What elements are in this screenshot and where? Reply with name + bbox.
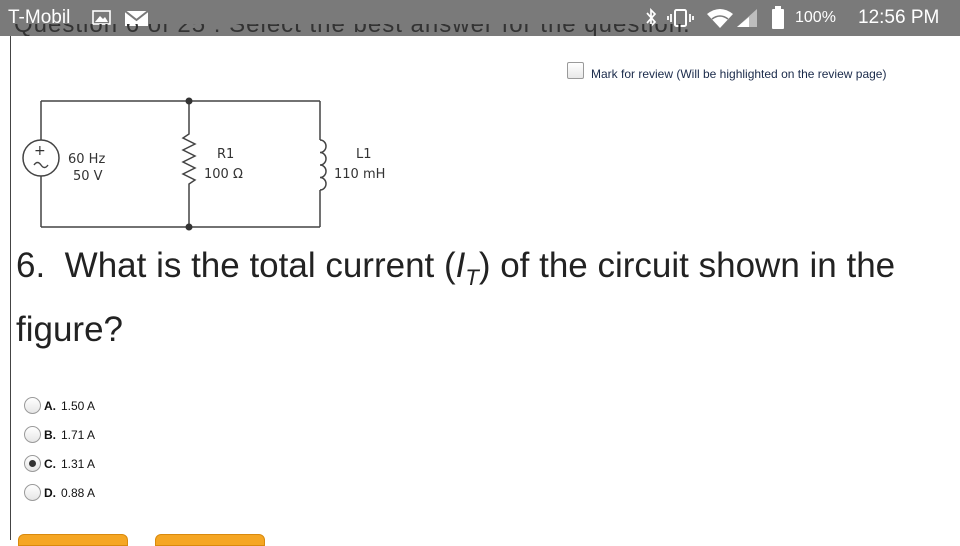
question-heading: Question 6 of 25 : Select the best answe…	[14, 24, 960, 36]
inductor-value: 110 mH	[334, 167, 385, 182]
option-c-letter: C.	[44, 457, 56, 471]
page-left-border	[10, 36, 11, 540]
review-checkbox[interactable]	[567, 62, 584, 79]
option-d-text: 0.88 A	[61, 486, 96, 500]
option-d-letter: D.	[44, 486, 56, 500]
option-a-text: 1.50 A	[61, 399, 96, 413]
nav-button-1[interactable]	[18, 534, 128, 546]
current-symbol: I	[455, 246, 466, 285]
circuit-figure: + 60 Hz 50 V R1 100 Ω L1 110 mH	[14, 94, 404, 234]
question-number: 6.	[16, 246, 46, 285]
source-voltage: 50 V	[73, 169, 103, 184]
option-b-radio[interactable]	[24, 426, 41, 443]
option-a-letter: A.	[44, 399, 56, 413]
ac-wave-icon	[33, 161, 49, 169]
inductor-label: L1	[356, 147, 372, 162]
resistor-label: R1	[217, 147, 234, 162]
junction-dot-top	[185, 97, 193, 105]
current-subscript: T	[465, 265, 479, 290]
question-heading-text: Question 6 of 25 : Select the best answe…	[14, 24, 960, 36]
question-text-before: What is the total current (	[64, 246, 456, 285]
nav-button-2[interactable]	[155, 534, 265, 546]
option-b-letter: B.	[44, 428, 56, 442]
option-d-radio[interactable]	[24, 484, 41, 501]
junction-dot-bottom	[185, 223, 193, 231]
source-frequency: 60 Hz	[68, 152, 105, 167]
question-text: 6. What is the total current (IT) of the…	[16, 240, 956, 356]
option-c-radio[interactable]	[24, 455, 41, 472]
option-a-radio[interactable]	[24, 397, 41, 414]
source-plus-sign: +	[34, 143, 46, 159]
option-c-text: 1.31 A	[61, 457, 96, 471]
resistor-value: 100 Ω	[204, 167, 243, 182]
circuit-diagram: + 60 Hz 50 V R1 100 Ω L1 110 mH	[22, 97, 385, 231]
review-label: Mark for review (Will be highlighted on …	[591, 67, 887, 81]
option-b-text: 1.71 A	[61, 428, 96, 442]
